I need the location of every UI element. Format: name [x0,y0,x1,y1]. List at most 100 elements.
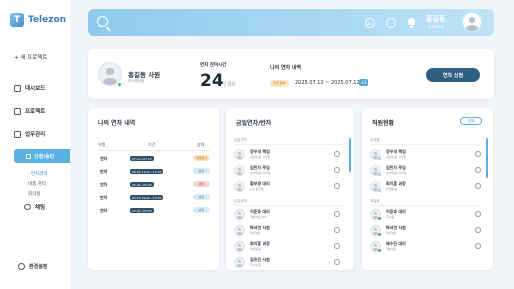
profile-card: 홍길동 사원 인사총무팀 연차 잔여시간 24 / 80 나의 연차 내역 승인… [88,49,494,99]
more-history-button[interactable]: +3 [359,79,368,86]
sidebar-sub-meeting[interactable]: 회의실 [28,191,40,197]
person-dept: 영업2팀 [250,231,261,235]
list-item[interactable]: 김민지 주임 경영지원 인사팀 [370,165,482,178]
sidebar-item-dashboard[interactable]: 대시보드 [14,84,45,92]
list-item[interactable]: 박서연 사원 영업2팀 [234,225,342,238]
avatar[interactable] [462,12,482,32]
chat-icon[interactable] [475,211,481,217]
search-icon[interactable] [97,16,108,27]
remaining-label: 연차 잔여시간 [200,63,227,68]
leave-type: 연차 [100,182,108,187]
header-user-dept: 인사총무팀 [428,25,445,29]
check-icon [26,153,31,159]
sidebar: T Telezon + 새 프로젝트 대시보드 프로젝트 업무관리 신청/승인 … [0,0,70,289]
sidebar-item-chat[interactable]: 채팅 [24,203,45,211]
chat-icon[interactable] [475,151,481,157]
chat-icon[interactable] [334,167,340,173]
person-dept: 마케팅팀 [386,187,398,191]
person-dept: 경영지원 인사팀 [250,155,271,159]
list-item[interactable]: 장우석 책임 경영지원 인사팀 [234,149,342,162]
avatar [234,241,245,252]
status-badge: 승인완료 [270,80,289,87]
header-bar: En ··· 홍길동 인사총무팀 [88,9,494,36]
chat-icon[interactable] [475,243,481,249]
remaining-hours: 24 [200,71,224,91]
user-icon [235,150,244,159]
chat-icon[interactable] [475,183,481,189]
status-dot [378,157,381,160]
column-header: 기간 [148,142,156,147]
history-range: 2025.07.12 ~ 2025.07.12 [295,80,360,86]
column-header: 상태 [197,142,205,147]
status-badge: 승인 [193,168,210,174]
leave-type: 연차 [100,208,108,213]
staff-status-card: 직원현황 전체 부재중 장우석 책임 경영지원 인사팀 김민지 주임 경영지원 … [362,108,493,270]
sidebar-item-label: 신청/승인 [34,153,55,160]
total-hours: / 80 [224,81,236,88]
history-label: 나의 연차 내역 [270,65,302,71]
chat-icon[interactable] [334,259,340,265]
chat-icon[interactable] [334,227,340,233]
logo-icon: T [10,13,24,27]
sidebar-item-project[interactable]: 프로젝트 [14,107,45,115]
profile-dept: 인사총무팀 [128,79,145,83]
list-item[interactable]: 최지훈 과장 마케팅팀 [234,241,342,254]
chat-icon[interactable] [334,183,340,189]
new-project-button[interactable]: + 새 프로젝트 [14,53,47,61]
status-badge: 승인 [193,207,210,213]
sidebar-sub-leave[interactable]: · 연차관리 [28,171,47,177]
avatar [234,209,245,220]
divider [234,144,342,145]
list-item[interactable]: 김유진 사원 디자인팀 [234,257,342,270]
bell-icon[interactable] [407,18,416,28]
status-dot [378,249,381,252]
list-item[interactable]: 최지훈 과장 마케팅팀 [370,181,482,194]
user-icon [235,166,244,175]
view-all-button[interactable]: 전체 [460,117,482,125]
folder-icon [14,107,21,115]
user-icon [235,210,244,219]
language-icon[interactable]: En [365,18,375,28]
divider [370,205,482,206]
status-badge: 결재대기 [193,155,210,161]
user-icon [463,13,481,31]
person-dept: 개발1팀 [386,247,397,251]
user-icon [235,242,244,251]
section-label: 부재중 [370,138,380,142]
leave-date: 07.10~07.12 [130,156,154,161]
list-item[interactable]: 이준호 대리 개발1팀 연차 [234,209,342,222]
sidebar-sub-supplies[interactable]: 비품 관리 [28,181,46,187]
list-item[interactable]: 이윤호 대리 기획팀 [370,209,482,222]
list-item[interactable]: 장우석 책임 경영지원 인사팀 [370,149,482,162]
sidebar-item-work[interactable]: 업무관리 [14,130,45,138]
status-badge: 반려 [193,181,210,187]
person-dept: 디자인팀 [250,263,262,267]
sidebar-item-settings[interactable]: 환경설정 [18,263,47,270]
leave-type: 연차 [100,156,108,161]
section-label: 재실중 [370,199,380,203]
avatar [234,165,245,176]
sidebar-item-approval[interactable]: 신청/승인 [14,149,70,163]
list-item[interactable]: 박서연 사원 영업2팀 [370,225,482,238]
list-item[interactable]: 황보경 대리 인사총무팀 [234,181,342,194]
scrollbar[interactable] [486,138,488,178]
sidebar-item-label: 업무관리 [25,132,46,138]
app-logo[interactable]: T Telezon [10,13,66,27]
list-item[interactable]: 배수진 대리 개발1팀 [370,241,482,254]
chat-icon[interactable] [334,151,340,157]
apply-leave-button[interactable]: 연차 신청 [426,68,480,82]
chat-icon[interactable] [475,227,481,233]
chat-icon[interactable] [334,243,340,249]
header-user-name: 홍길동 [426,15,446,23]
list-item[interactable]: 김민지 주임 경영지원 인사팀 [234,165,342,178]
leave-type: 반차 [100,195,108,200]
chat-icon[interactable] [475,167,481,173]
leave-date: 05.20~05.20 [130,182,154,187]
avatar [234,181,245,192]
scrollbar[interactable] [349,138,351,172]
my-leave-card: 나의 연차 내역 유형 기간 상태 연차 07.10~07.12 결재대기 반차… [88,108,219,270]
status-dot [378,189,381,192]
chat-icon[interactable] [334,211,340,217]
profile-name: 홍길동 사원 [128,71,161,79]
message-icon[interactable]: ··· [386,18,396,28]
